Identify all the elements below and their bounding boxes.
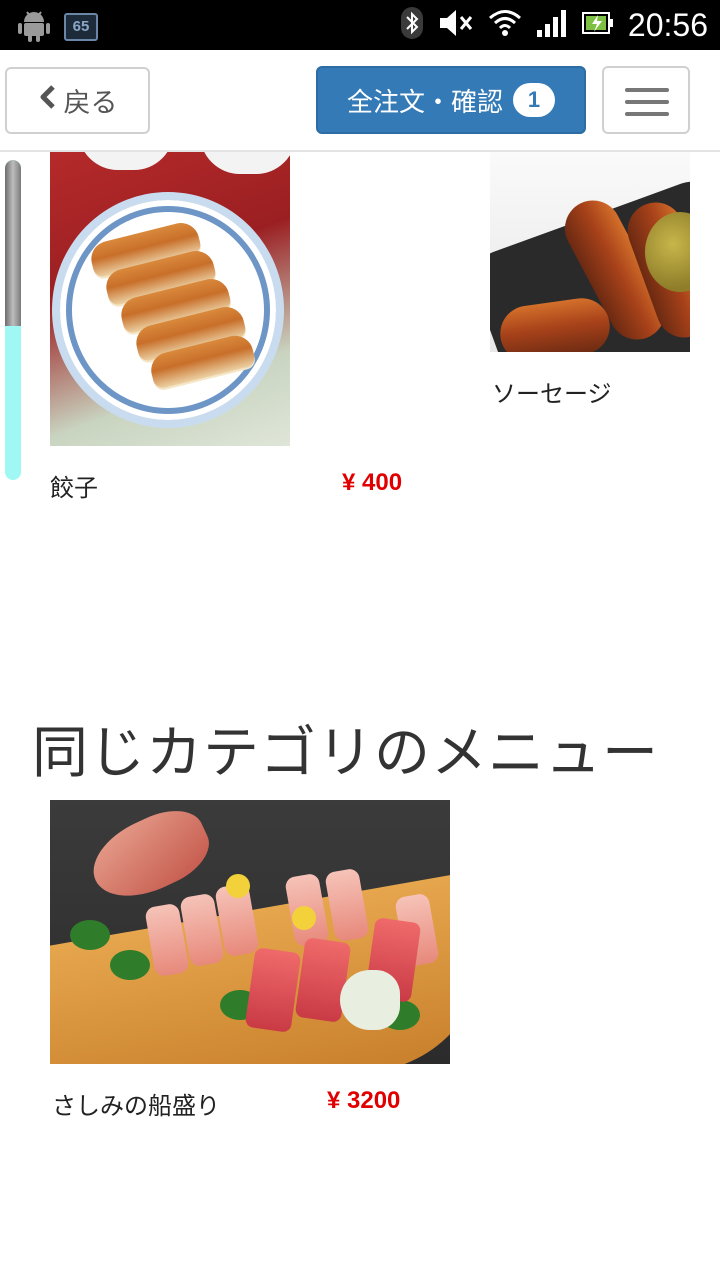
sashimi-image[interactable] bbox=[50, 800, 450, 1064]
clock: 20:56 bbox=[627, 6, 708, 43]
battery-icon bbox=[581, 10, 614, 40]
back-button-label: 戻る bbox=[63, 88, 118, 119]
order-confirm-button[interactable]: 全注文・確認 1 bbox=[316, 66, 586, 134]
scrollbar[interactable] bbox=[5, 160, 21, 480]
order-count-badge: 1 bbox=[513, 83, 555, 117]
wifi-icon bbox=[488, 8, 522, 42]
nav-bar: 戻る 全注文・確認 1 bbox=[0, 50, 720, 152]
back-button[interactable]: 戻る bbox=[5, 67, 150, 134]
status-bar: 65 20:56 bbox=[0, 0, 720, 50]
sausage-image[interactable] bbox=[490, 152, 690, 352]
notification-badge: 65 bbox=[64, 13, 98, 41]
order-confirm-label: 全注文・確認 bbox=[346, 87, 503, 118]
item-price: ¥ 3200 bbox=[327, 1087, 401, 1114]
mute-icon bbox=[438, 8, 474, 42]
item-price: ¥ 400 bbox=[342, 469, 403, 496]
chevron-left-icon bbox=[38, 84, 56, 117]
item-name: ソーセージ bbox=[492, 380, 612, 408]
android-icon bbox=[18, 8, 50, 46]
bluetooth-icon bbox=[400, 6, 424, 44]
item-name: 餃子 bbox=[50, 474, 98, 502]
hamburger-icon bbox=[625, 88, 669, 92]
section-title: 同じカテゴリのメニュー bbox=[32, 721, 659, 786]
gyoza-image[interactable] bbox=[50, 152, 290, 446]
scrollbar-thumb[interactable] bbox=[5, 160, 21, 326]
hamburger-menu-button[interactable] bbox=[602, 66, 690, 134]
item-name: さしみの船盛り bbox=[52, 1092, 220, 1120]
signal-icon bbox=[536, 8, 568, 42]
